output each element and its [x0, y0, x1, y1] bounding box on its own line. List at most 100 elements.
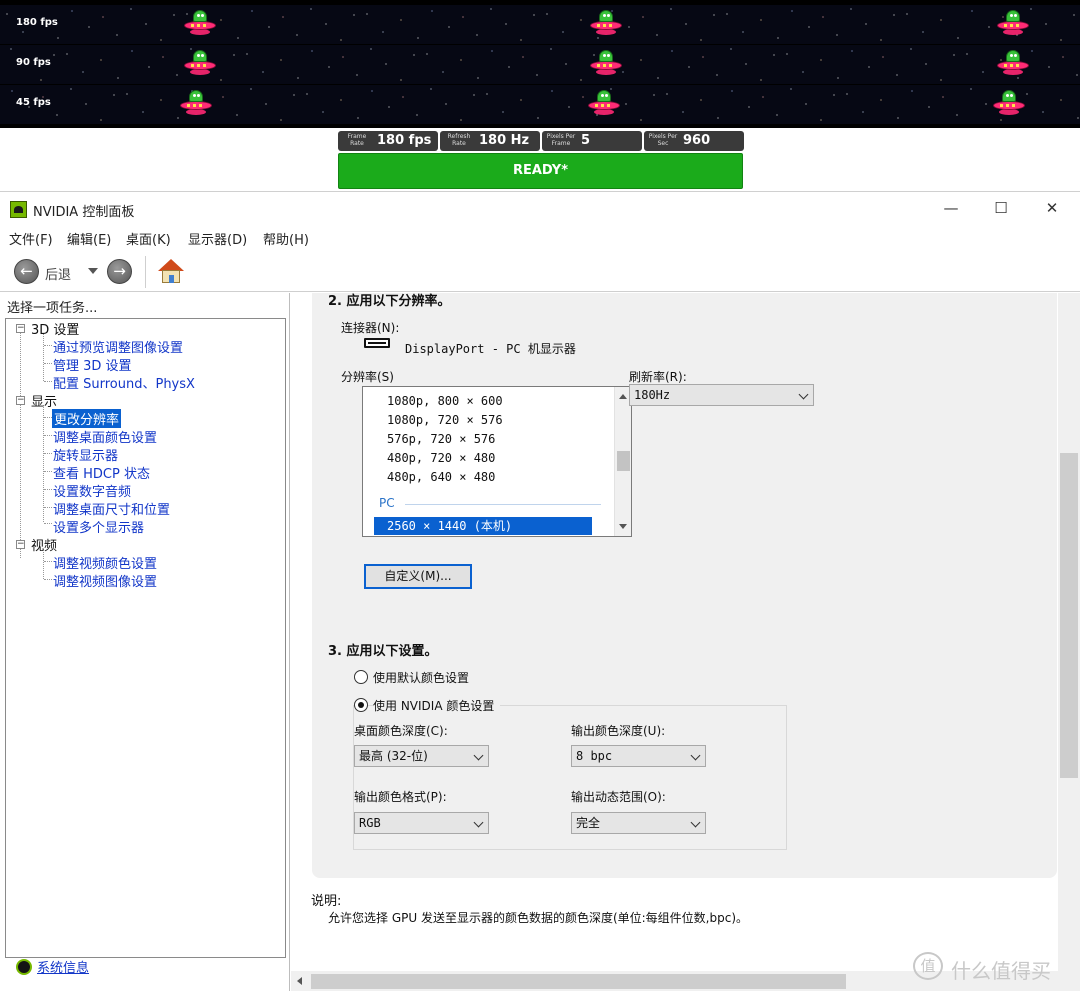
close-button[interactable]: ✕ — [1029, 192, 1075, 224]
frame-rate-readout: Frame Rate 180 fps — [338, 131, 438, 151]
output-color-depth-value: 8 bpc — [576, 749, 613, 763]
scroll-down-icon[interactable] — [619, 524, 627, 529]
content-pane: 2. 应用以下分辨率。 连接器(N): DisplayPort - PC 机显示… — [291, 293, 1080, 991]
tree-item-surround-physx[interactable]: 配置 Surround、PhysX — [53, 373, 195, 392]
task-pane-header: 选择一项任务... — [7, 301, 98, 316]
tree-item-manage-3d[interactable]: 管理 3D 设置 — [53, 355, 132, 374]
tree-item-rotate-display[interactable]: 旋转显示器 — [53, 445, 118, 464]
status-row: Frame Rate 180 fps Refresh Rate 180 Hz P… — [338, 131, 744, 151]
displayport-icon — [364, 338, 390, 348]
scroll-up-icon[interactable] — [619, 394, 627, 399]
tree-group-display[interactable]: 显示 — [31, 391, 57, 410]
connector-label: 连接器(N): — [341, 321, 400, 335]
resolution-option[interactable]: 480p, 640 × 480 — [387, 470, 495, 484]
pixels-per-sec-caption: Pixels Per Sec — [648, 133, 678, 147]
content-scroll-thumb[interactable] — [1060, 453, 1078, 778]
refresh-rate-label: 刷新率(R): — [629, 370, 687, 384]
tree-item-digital-audio[interactable]: 设置数字音频 — [53, 481, 131, 500]
tree-item-video-image[interactable]: 调整视频图像设置 — [53, 571, 157, 590]
ufo-icon — [184, 9, 216, 39]
ufo-icon — [588, 89, 620, 119]
desktop-color-depth-select[interactable]: 最高 (32-位) — [354, 745, 489, 767]
expander-icon[interactable]: − — [16, 396, 25, 405]
tree-item-desktop-color[interactable]: 调整桌面颜色设置 — [53, 427, 157, 446]
toolbar: ← 后退 → — [0, 250, 1080, 292]
ufo-icon — [590, 9, 622, 39]
tree-item-video-color[interactable]: 调整视频颜色设置 — [53, 553, 157, 572]
customize-button[interactable]: 自定义(M)... — [364, 564, 472, 589]
output-dynamic-range-value: 完全 — [576, 816, 601, 830]
title-bar: NVIDIA 控制面板 — ☐ ✕ — [0, 192, 1080, 225]
resolution-group-pc: PC — [379, 496, 395, 510]
watermark: 值 什么值得买 — [913, 952, 1073, 983]
system-info-link[interactable]: 系统信息 — [37, 957, 89, 976]
frame-rate-value: 180 fps — [377, 133, 432, 148]
tree-item-desktop-size[interactable]: 调整桌面尺寸和位置 — [53, 499, 170, 518]
expander-icon[interactable]: − — [16, 540, 25, 549]
refresh-rate-value: 180 Hz — [479, 133, 530, 148]
radio-nvidia-color-label[interactable]: 使用 NVIDIA 颜色设置 — [373, 697, 501, 714]
chevron-down-icon — [473, 750, 484, 761]
scroll-left-icon[interactable] — [297, 977, 302, 985]
tree-item-change-resolution[interactable]: 更改分辨率 — [52, 409, 122, 428]
strip-180fps: 180 fps — [0, 5, 1080, 44]
pixels-per-frame-readout: Pixels Per Frame 5 — [542, 131, 642, 151]
back-button-label[interactable]: 后退 — [45, 264, 71, 283]
resolution-label: 分辨率(S) — [341, 370, 394, 384]
resolution-scrollbar[interactable] — [614, 387, 631, 536]
tree-item-hdcp-status[interactable]: 查看 HDCP 状态 — [53, 463, 150, 482]
output-dynamic-range-label: 输出动态范围(O): — [571, 790, 666, 804]
ufo-test-strips: 180 fps 90 fps 45 fps — [0, 0, 1080, 128]
output-color-format-value: RGB — [359, 816, 381, 830]
task-tree: − 3D 设置 通过预览调整图像设置 管理 3D 设置 配置 Surround、… — [5, 318, 286, 958]
chevron-down-icon — [473, 817, 484, 828]
scroll-thumb[interactable] — [617, 451, 630, 471]
refresh-rate-select[interactable]: 180Hz — [629, 384, 814, 406]
content-vertical-scrollbar[interactable] — [1058, 293, 1080, 971]
section-3-title: 3. 应用以下设置。 — [328, 644, 438, 659]
horizontal-scroll-thumb[interactable] — [311, 974, 846, 989]
menu-file[interactable]: 文件(F) — [9, 229, 53, 248]
tree-group-3d[interactable]: 3D 设置 — [31, 319, 79, 338]
strip-90fps: 90 fps — [0, 45, 1080, 84]
back-arrow-icon[interactable]: ← — [14, 259, 39, 284]
maximize-button[interactable]: ☐ — [978, 192, 1024, 224]
resolution-option[interactable]: 576p, 720 × 576 — [387, 432, 495, 446]
tree-group-video[interactable]: 视频 — [31, 535, 57, 554]
ready-banner[interactable]: READY* — [338, 153, 743, 189]
ufo-icon — [993, 89, 1025, 119]
system-info-icon — [16, 959, 32, 975]
pixels-per-frame-value: 5 — [581, 133, 591, 148]
menu-edit[interactable]: 编辑(E) — [67, 229, 111, 248]
pixels-per-frame-caption: Pixels Per Frame — [546, 133, 576, 147]
pixels-per-sec-value: 960 — [683, 133, 711, 148]
pixels-per-sec-readout: Pixels Per Sec 960 — [644, 131, 744, 151]
expander-icon[interactable]: − — [16, 324, 25, 333]
output-color-depth-select[interactable]: 8 bpc — [571, 745, 706, 767]
radio-nvidia-color[interactable] — [354, 698, 368, 712]
menu-help[interactable]: 帮助(H) — [263, 229, 309, 248]
resolution-option-selected[interactable]: 2560 × 1440 (本机) — [374, 517, 592, 535]
chevron-down-icon — [798, 389, 809, 400]
output-color-format-select[interactable]: RGB — [354, 812, 489, 834]
resolution-option[interactable]: 480p, 720 × 480 — [387, 451, 495, 465]
back-history-dropdown-icon[interactable] — [88, 268, 98, 274]
frame-rate-caption: Frame Rate — [347, 133, 367, 147]
resolution-option[interactable]: 1080p, 720 × 576 — [387, 413, 503, 427]
menu-bar: 文件(F) 编辑(E) 桌面(K) 显示器(D) 帮助(H) — [0, 225, 1080, 249]
menu-display[interactable]: 显示器(D) — [188, 229, 247, 248]
connector-value[interactable]: DisplayPort - PC 机显示器 — [405, 340, 576, 357]
strip-label: 45 fps — [16, 97, 51, 108]
menu-desktop[interactable]: 桌面(K) — [126, 229, 171, 248]
resolution-option[interactable]: 1080p, 800 × 600 — [387, 394, 503, 408]
minimize-button[interactable]: — — [928, 192, 974, 224]
home-icon[interactable] — [158, 259, 184, 283]
tree-item-multiple-displays[interactable]: 设置多个显示器 — [53, 517, 144, 536]
tree-item-image-preview[interactable]: 通过预览调整图像设置 — [53, 337, 183, 356]
nvidia-control-panel-window: NVIDIA 控制面板 — ☐ ✕ 文件(F) 编辑(E) 桌面(K) 显示器(… — [0, 191, 1080, 991]
output-dynamic-range-select[interactable]: 完全 — [571, 812, 706, 834]
resolution-listbox[interactable]: 1080p, 800 × 600 1080p, 720 × 576 576p, … — [362, 386, 632, 537]
radio-default-color-label[interactable]: 使用默认颜色设置 — [373, 669, 469, 686]
radio-default-color[interactable] — [354, 670, 368, 684]
forward-arrow-icon[interactable]: → — [107, 259, 132, 284]
